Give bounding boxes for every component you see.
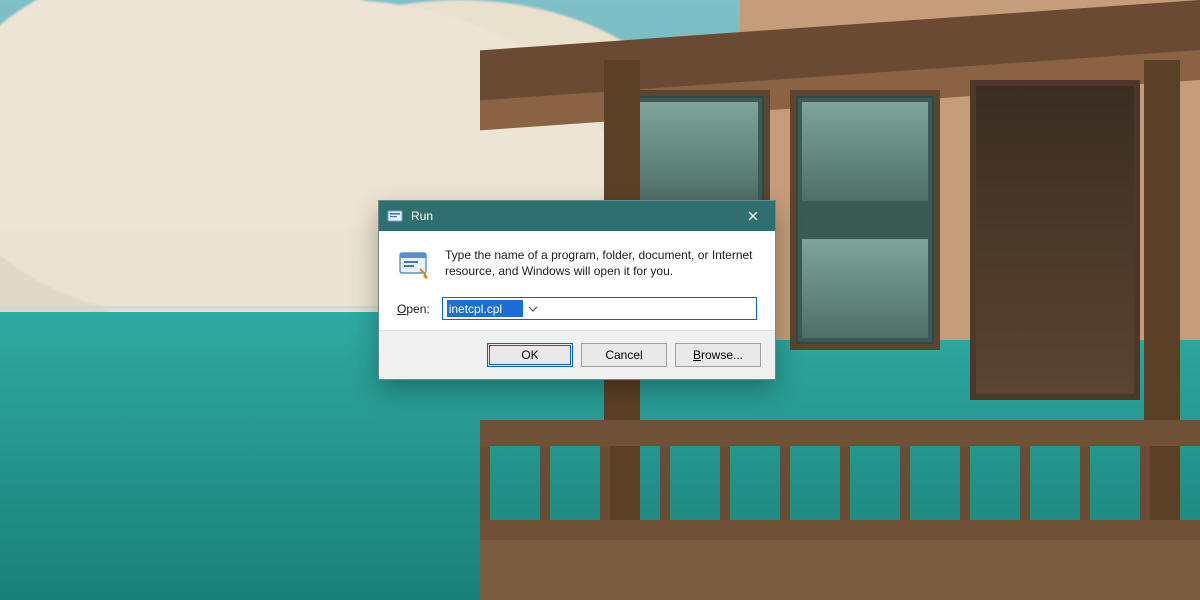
open-combobox[interactable] [442,297,757,320]
run-program-icon [397,247,431,281]
cancel-button[interactable]: Cancel [581,343,667,367]
close-icon [748,211,758,221]
dialog-body: Type the name of a program, folder, docu… [379,231,775,330]
titlebar[interactable]: Run [379,201,775,231]
dialog-title: Run [411,209,730,223]
dialog-footer: OK Cancel Browse... [379,330,775,379]
combobox-toggle[interactable] [523,298,543,319]
chevron-down-icon [528,306,538,312]
ok-button[interactable]: OK [487,343,573,367]
browse-button[interactable]: Browse... [675,343,761,367]
close-button[interactable] [730,201,775,231]
run-app-icon [387,208,403,224]
open-input[interactable] [447,300,523,317]
run-dialog: Run Type the name of a program, folder, … [378,200,776,380]
dialog-description: Type the name of a program, folder, docu… [445,247,757,281]
open-label: Open: [397,302,430,316]
